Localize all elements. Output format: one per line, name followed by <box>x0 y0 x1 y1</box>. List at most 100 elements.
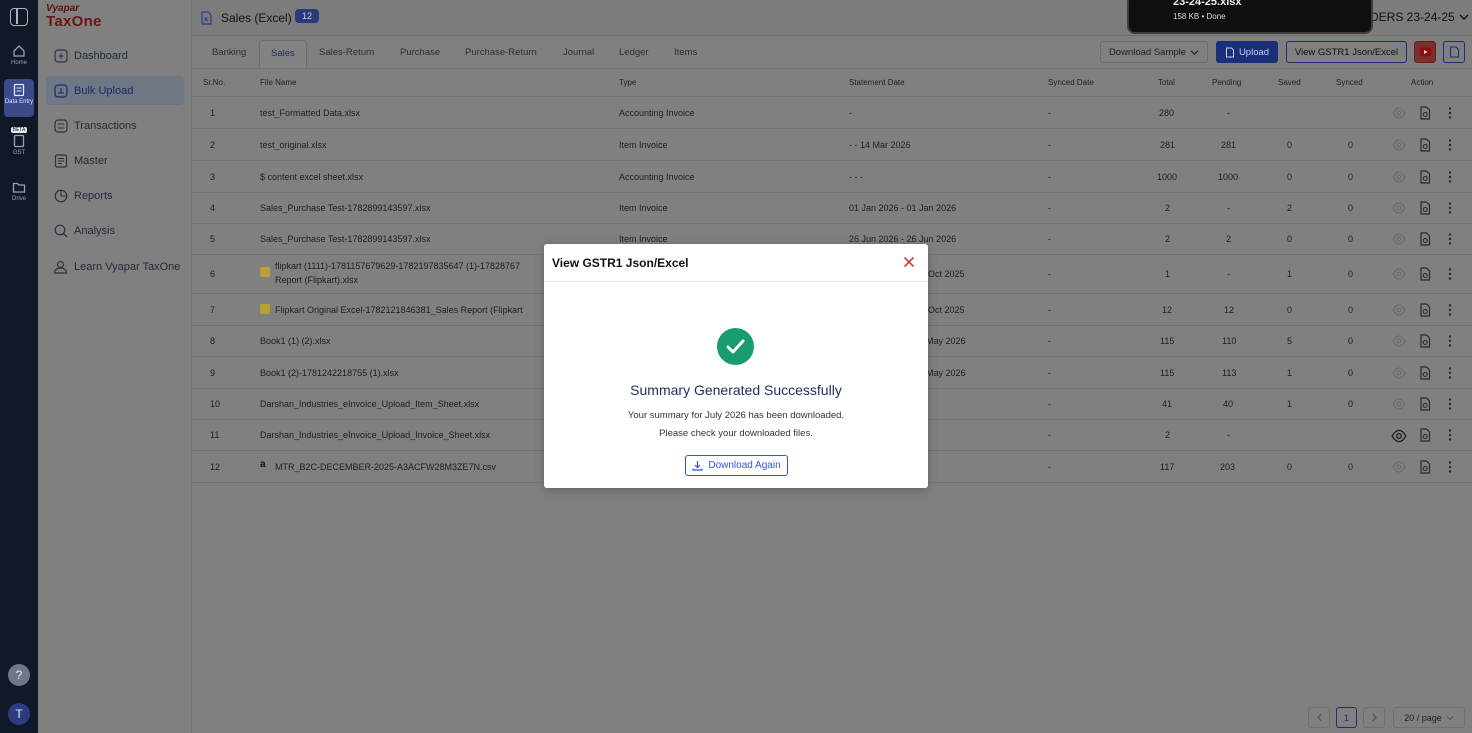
cell-file-name[interactable]: test_Formatted Data.xlsx <box>260 108 360 118</box>
view-gstr1-button[interactable]: View GSTR1 Json/Excel <box>1286 41 1407 63</box>
more-vertical-icon[interactable] <box>1443 138 1457 152</box>
user-avatar[interactable]: T <box>8 703 30 725</box>
more-vertical-icon[interactable] <box>1443 106 1457 120</box>
sidebar-item-label: Analysis <box>74 224 115 237</box>
cell-total: 281 <box>1160 140 1176 150</box>
table-row[interactable]: 1 test_Formatted Data.xlsx Accounting In… <box>192 97 1472 129</box>
sidebar-item-transactions[interactable]: Transactions <box>46 111 184 140</box>
cell-file-name[interactable]: Darshan_Industries_eInvoice_Upload_Item_… <box>260 399 479 409</box>
cell-file-name[interactable]: flipkart (1111)-1781157679629-1782197835… <box>275 261 520 271</box>
tab-journal[interactable]: Journal <box>563 47 594 58</box>
sync-file-icon[interactable] <box>1418 460 1432 474</box>
app-switcher-icon[interactable] <box>10 8 28 26</box>
eye-icon[interactable] <box>1392 201 1406 215</box>
download-toast[interactable]: 23-24-25.xlsx 158 KB • Done <box>1127 0 1373 34</box>
more-vertical-icon[interactable] <box>1443 366 1457 380</box>
sync-file-icon[interactable] <box>1418 334 1432 348</box>
cell-file-name[interactable]: Darshan_Industries_eInvoice_Upload_Invoi… <box>260 430 490 440</box>
cell-pending: 203 <box>1220 462 1236 472</box>
download-sample-button[interactable]: Download Sample <box>1100 41 1208 63</box>
rail-data-entry[interactable]: Data Entry <box>4 79 34 117</box>
tab-sales-return[interactable]: Sales-Return <box>319 47 374 58</box>
tab-purchase-return[interactable]: Purchase-Return <box>465 47 537 58</box>
col-type: Type <box>619 78 637 87</box>
upload-button[interactable]: Upload <box>1216 41 1278 63</box>
chevron-down-icon <box>1459 14 1469 20</box>
more-vertical-icon[interactable] <box>1443 170 1457 184</box>
sidebar-item-learn[interactable]: Learn Vyapar TaxOne <box>46 252 184 281</box>
sync-file-icon[interactable] <box>1418 303 1432 317</box>
tab-items[interactable]: Items <box>674 47 697 58</box>
cell-file-name[interactable]: $ content excel sheet.xlsx <box>260 172 363 182</box>
cell-file-name-cont[interactable]: Report (Flipkart).xlsx <box>275 275 358 285</box>
eye-icon[interactable] <box>1392 138 1406 152</box>
tab-sales[interactable]: Sales <box>259 40 307 68</box>
more-vertical-icon[interactable] <box>1443 267 1457 281</box>
page-size-select[interactable]: 20 / page <box>1393 707 1465 728</box>
help-button[interactable]: ? <box>8 664 30 686</box>
table-row[interactable]: 2 test_original.xlsx Item Invoice - - 14… <box>192 129 1472 161</box>
more-vertical-icon[interactable] <box>1443 397 1457 411</box>
rail-gst[interactable]: BETA GST <box>4 127 34 156</box>
cell-file-name[interactable]: Sales_Purchase Test-1782899143597.xlsx <box>260 234 430 244</box>
eye-icon[interactable] <box>1392 170 1406 184</box>
cell-file-name[interactable]: Book1 (2)-1781242218755 (1).xlsx <box>260 368 399 378</box>
eye-icon[interactable] <box>1392 303 1406 317</box>
cell-file-name[interactable]: test_original.xlsx <box>260 140 327 150</box>
tab-ledger[interactable]: Ledger <box>619 47 649 58</box>
eye-icon[interactable] <box>1392 334 1406 348</box>
sync-file-icon[interactable] <box>1418 106 1432 120</box>
sync-file-icon[interactable] <box>1418 428 1432 442</box>
sync-file-icon[interactable] <box>1418 397 1432 411</box>
document-help-button[interactable] <box>1443 41 1465 63</box>
cell-synced-date: - <box>1048 462 1051 472</box>
youtube-tutorial-button[interactable] <box>1414 41 1436 63</box>
sync-file-icon[interactable] <box>1418 232 1432 246</box>
eye-icon[interactable] <box>1392 397 1406 411</box>
more-vertical-icon[interactable] <box>1443 428 1457 442</box>
cell-synced: 0 <box>1348 140 1354 150</box>
sync-file-icon[interactable] <box>1418 267 1432 281</box>
more-vertical-icon[interactable] <box>1443 303 1457 317</box>
download-again-button[interactable]: Download Again <box>685 455 788 476</box>
sidebar-item-dashboard[interactable]: Dashboard <box>46 41 184 70</box>
close-icon[interactable] <box>903 256 915 268</box>
more-vertical-icon[interactable] <box>1443 334 1457 348</box>
eye-icon[interactable] <box>1392 267 1406 281</box>
company-name: DERS 23-24-25 <box>1370 10 1455 24</box>
sync-file-icon[interactable] <box>1418 138 1432 152</box>
rail-drive[interactable]: Drive <box>4 180 34 202</box>
sidebar-item-master[interactable]: Master <box>46 146 184 175</box>
sidebar-item-reports[interactable]: Reports <box>46 181 184 210</box>
tab-purchase[interactable]: Purchase <box>400 47 440 58</box>
table-row[interactable]: 4 Sales_Purchase Test-1782899143597.xlsx… <box>192 193 1472 224</box>
cell-file-name[interactable]: Sales_Purchase Test-1782899143597.xlsx <box>260 203 430 213</box>
next-page-button[interactable] <box>1363 707 1385 728</box>
more-vertical-icon[interactable] <box>1443 201 1457 215</box>
eye-icon[interactable] <box>1392 106 1406 120</box>
prev-page-button[interactable] <box>1308 707 1330 728</box>
page-number[interactable]: 1 <box>1336 707 1357 728</box>
sync-file-icon[interactable] <box>1418 366 1432 380</box>
sidebar-item-bulk-upload[interactable]: Bulk Upload <box>46 76 184 105</box>
sidebar-item-label: Reports <box>74 189 113 202</box>
more-vertical-icon[interactable] <box>1443 232 1457 246</box>
cell-srno: 10 <box>210 399 221 409</box>
eye-icon[interactable] <box>1392 460 1406 474</box>
eye-icon[interactable] <box>1392 232 1406 246</box>
eye-icon[interactable] <box>1391 428 1407 444</box>
cell-file-name[interactable]: Flipkart Original Excel-1782121846381_Sa… <box>275 305 523 315</box>
rail-home[interactable]: Home <box>4 44 34 66</box>
cell-file-name[interactable]: MTR_B2C-DECEMBER-2025-A3ACFW28M3ZE7N.csv <box>275 462 496 472</box>
sidebar-item-analysis[interactable]: Analysis <box>46 216 184 245</box>
sync-file-icon[interactable] <box>1418 201 1432 215</box>
brand-logo[interactable]: Vyapar TaxOne <box>46 4 102 30</box>
sync-file-icon[interactable] <box>1418 170 1432 184</box>
eye-icon[interactable] <box>1392 366 1406 380</box>
table-row[interactable]: 3 $ content excel sheet.xlsx Accounting … <box>192 161 1472 193</box>
cell-file-name[interactable]: Book1 (1) (2).xlsx <box>260 336 331 346</box>
more-vertical-icon[interactable] <box>1443 460 1457 474</box>
col-pending: Pending <box>1212 78 1242 87</box>
company-selector[interactable]: DERS 23-24-25 <box>1370 10 1469 24</box>
tab-banking[interactable]: Banking <box>212 47 246 58</box>
